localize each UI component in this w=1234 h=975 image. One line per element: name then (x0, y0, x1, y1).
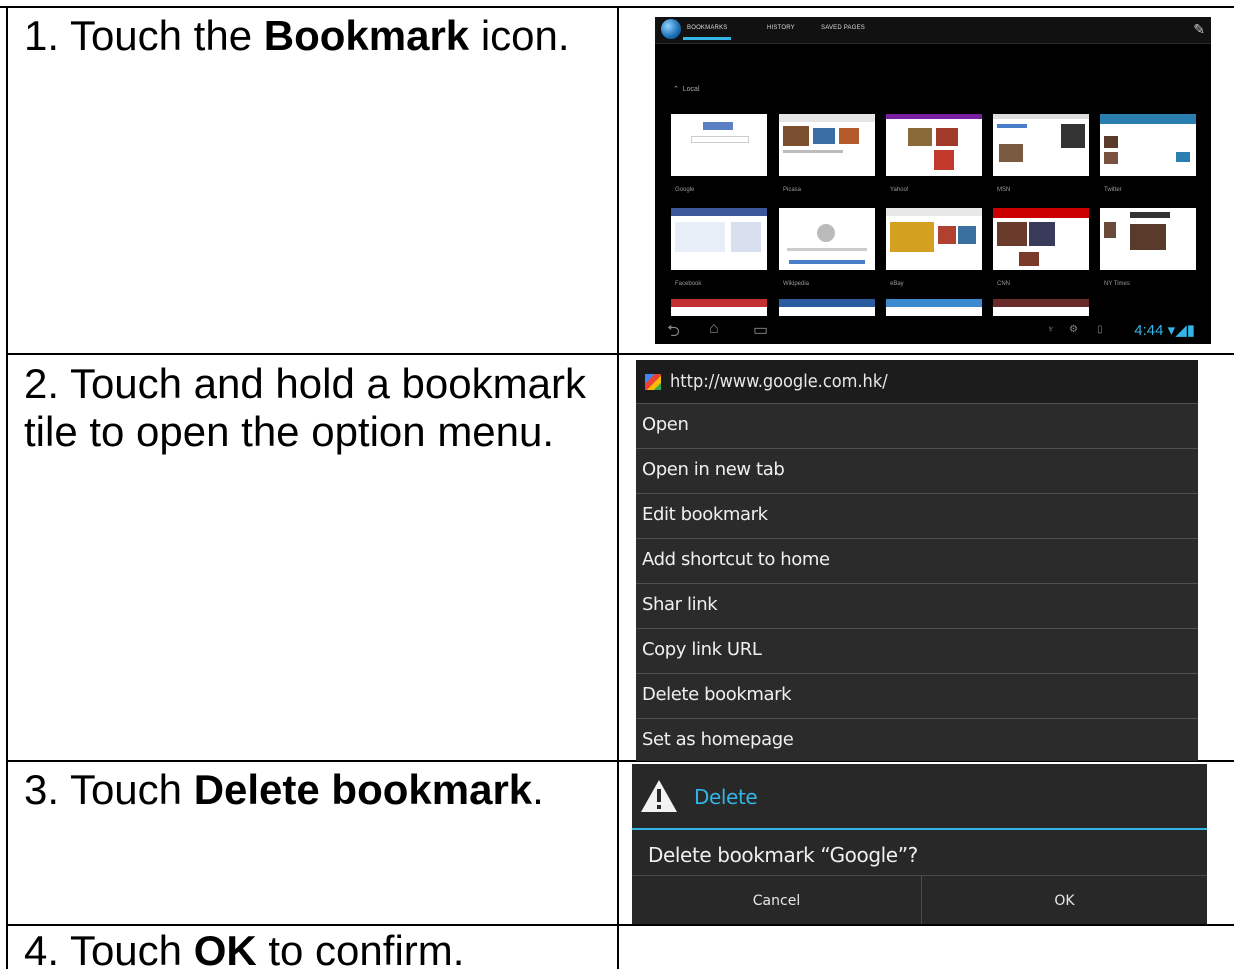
system-nav-bar: ⮌ ⌂ ▭ ♆ ⚙ ▯ 4:44 ▾◢▮ (655, 316, 1211, 344)
menu-item-copy-link-url[interactable]: Copy link URL (636, 628, 1198, 674)
step-4-bold: OK (193, 927, 257, 974)
back-icon[interactable]: ⮌ (667, 320, 680, 344)
ok-button[interactable]: OK (922, 876, 1207, 924)
sd-card-icon: ▯ (1097, 324, 1103, 335)
screenshot-bookmarks-page: BOOKMARKS HISTORY SAVED PAGES ✎ ⌃ Local … (655, 17, 1211, 344)
context-menu-url: http://www.google.com.hk/ (670, 371, 888, 392)
table-border-left (6, 6, 8, 969)
recent-apps-icon[interactable]: ▭ (753, 320, 768, 340)
bookmark-tile-partial[interactable] (993, 299, 1089, 316)
usb-icon: ♆ (1047, 324, 1055, 335)
dialog-header: Delete (632, 764, 1207, 830)
home-icon[interactable]: ⌂ (709, 320, 719, 338)
tile-label-cnn: CNN (997, 281, 1010, 287)
tile-label-twitter: Twitter (1104, 187, 1122, 193)
step-3-bold: Delete bookmark (193, 766, 533, 813)
table-row-divider-1 (6, 353, 1234, 355)
tile-label-picasa: Picasa (783, 187, 802, 193)
tab-saved-pages[interactable]: SAVED PAGES (821, 25, 865, 31)
menu-item-add-shortcut[interactable]: Add shortcut to home (636, 538, 1198, 584)
bookmark-tile-twitter[interactable] (1100, 114, 1196, 176)
bookmark-tile-wikipedia[interactable] (779, 208, 875, 270)
menu-item-open-in-new-tab[interactable]: Open in new tab (636, 448, 1198, 494)
menu-item-set-as-homepage[interactable]: Set as homepage (636, 718, 1198, 761)
dialog-message: Delete bookmark “Google”? (648, 843, 918, 867)
dialog-button-row: Cancel OK (632, 875, 1207, 924)
tile-label-wikipedia: Wikipedia (783, 281, 810, 287)
tile-label-facebook: Facebook (675, 281, 702, 287)
menu-item-share-link[interactable]: Shar link (636, 583, 1198, 629)
table-row-divider-3 (6, 924, 1234, 926)
bookmark-tile-picasa[interactable] (779, 114, 875, 176)
cancel-button[interactable]: Cancel (632, 876, 922, 924)
context-menu-header: http://www.google.com.hk/ (636, 360, 1198, 404)
bookmark-tile-cnn[interactable] (993, 208, 1089, 270)
google-favicon-icon (645, 374, 661, 390)
step-4-text: 4. Touch OK to confirm. (24, 927, 465, 974)
tile-label-google: Google (675, 187, 695, 193)
bookmark-tile-partial[interactable] (671, 299, 767, 316)
bookmark-tile-partial[interactable] (779, 299, 875, 316)
bookmark-tile-google[interactable] (671, 114, 767, 176)
step-3-text: 3. Touch Delete bookmark. (24, 766, 544, 813)
tile-label-ebay: eBay (890, 281, 904, 287)
browser-top-bar: BOOKMARKS HISTORY SAVED PAGES ✎ (655, 17, 1211, 44)
menu-item-open[interactable]: Open (636, 403, 1198, 449)
android-icon: ⚙ (1069, 324, 1078, 335)
table-column-divider (617, 6, 619, 969)
bookmark-tile-msn[interactable] (993, 114, 1089, 176)
step-2-text: 2. Touch and hold a bookmark tile to open… (24, 360, 586, 455)
tile-label-msn: MSN (997, 187, 1011, 193)
bookmark-tile-nytimes[interactable] (1100, 208, 1196, 270)
menu-item-edit-bookmark[interactable]: Edit bookmark (636, 493, 1198, 539)
tab-bookmarks[interactable]: BOOKMARKS (682, 25, 733, 40)
dialog-title: Delete (694, 785, 758, 809)
folder-local-label[interactable]: ⌃ Local (673, 85, 700, 93)
status-clock: 4:44 ▾◢▮ (1134, 322, 1195, 339)
bookmark-tile-yahoo[interactable] (886, 114, 982, 176)
wrench-icon[interactable]: ✎ (1193, 21, 1205, 38)
tile-label-nytimes: NY Times (1104, 281, 1130, 287)
globe-icon[interactable] (661, 19, 681, 39)
warning-icon (641, 780, 677, 812)
screenshot-delete-dialog: Delete Delete bookmark “Google”? Cancel … (632, 764, 1207, 924)
bookmark-tile-facebook[interactable] (671, 208, 767, 270)
bookmark-tile-partial[interactable] (886, 299, 982, 316)
tile-label-yahoo: Yahoo! (890, 187, 909, 193)
menu-item-delete-bookmark[interactable]: Delete bookmark (636, 673, 1198, 719)
tab-history[interactable]: HISTORY (767, 25, 795, 31)
step-1-bold: Bookmark (263, 12, 470, 59)
bookmark-tile-ebay[interactable] (886, 208, 982, 270)
step-1-text: 1. Touch the Bookmark icon. (24, 12, 570, 59)
screenshot-context-menu: http://www.google.com.hk/ Open Open in n… (636, 360, 1198, 761)
